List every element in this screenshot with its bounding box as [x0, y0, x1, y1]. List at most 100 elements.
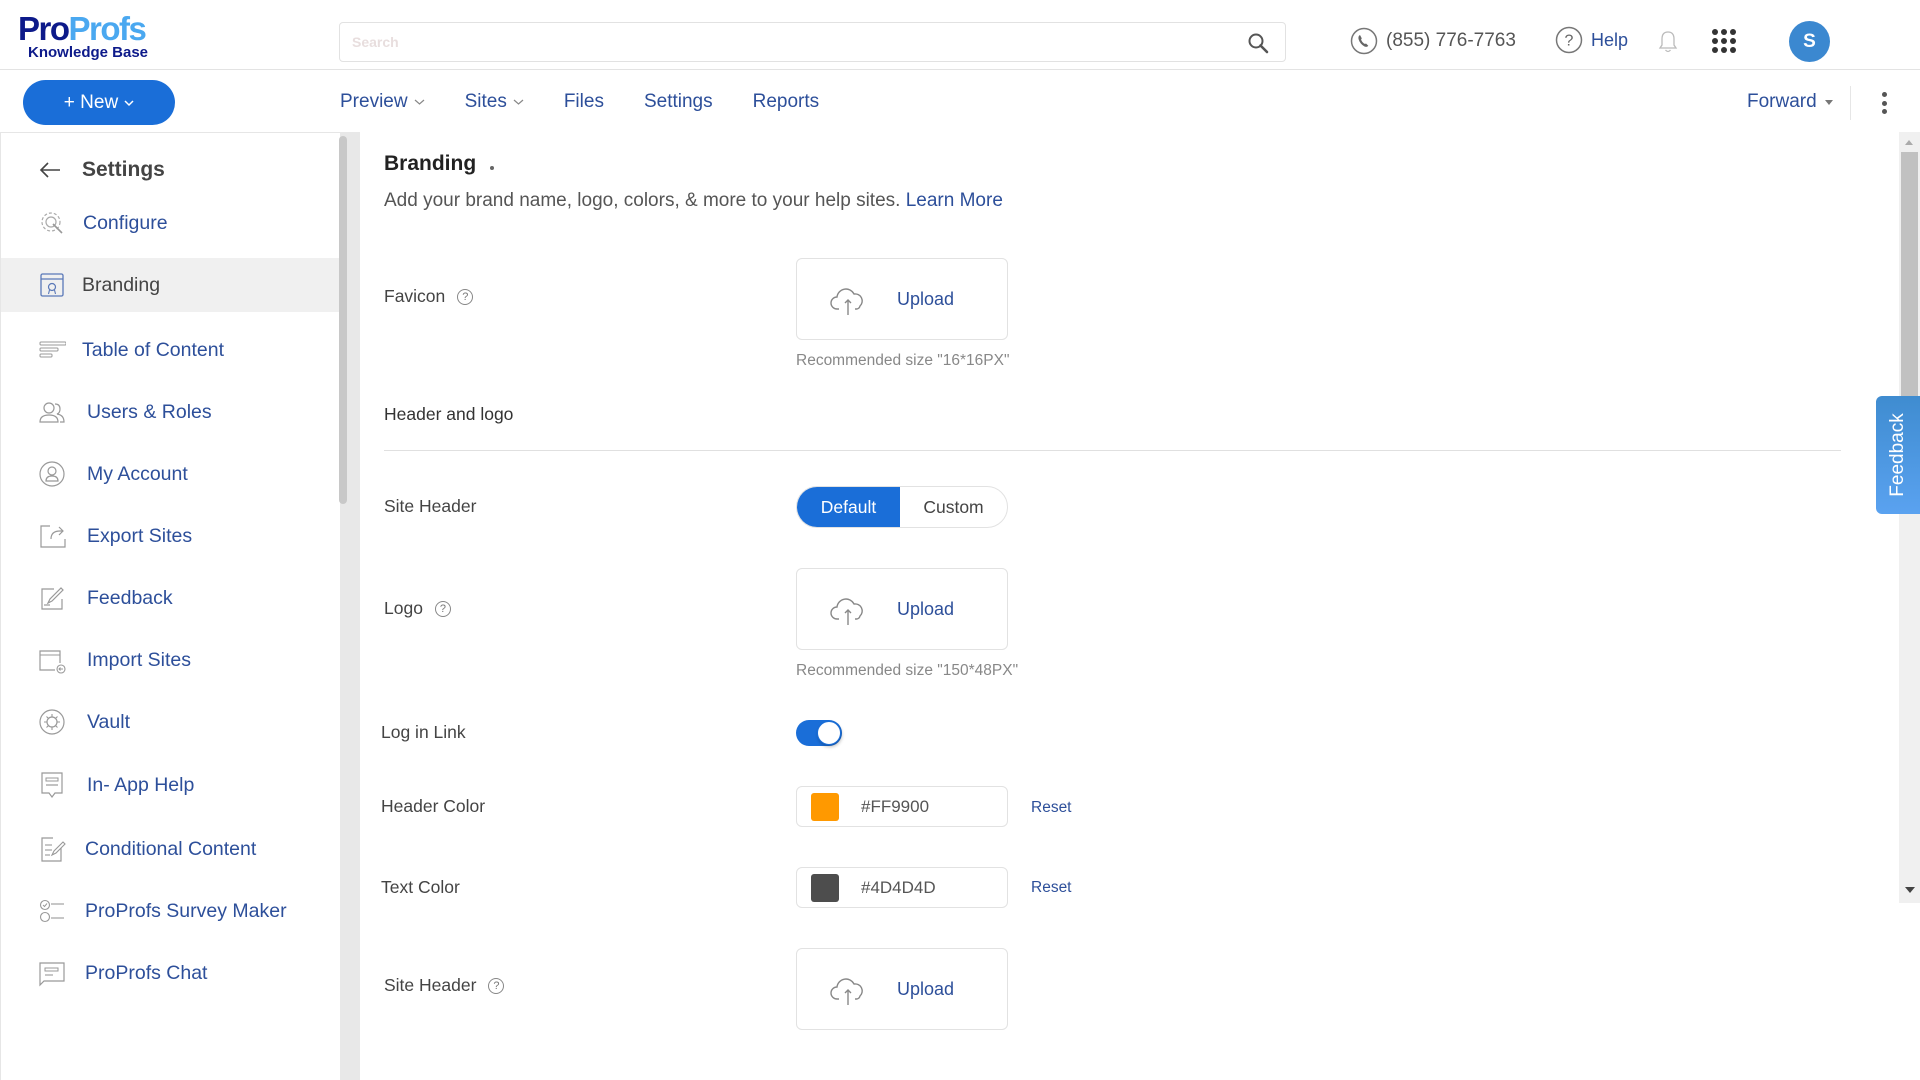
nav-files[interactable]: Files	[564, 91, 604, 113]
learn-more-link[interactable]: Learn More	[906, 190, 1003, 211]
vault-icon	[37, 707, 67, 737]
sidebar-item-conditional-content[interactable]: Conditional Content	[1, 824, 339, 874]
header-color-label: Header Color	[381, 796, 485, 817]
back-arrow-icon[interactable]	[38, 160, 62, 180]
logo-brand: ProProfs	[18, 12, 168, 45]
section-divider	[384, 450, 1841, 451]
feedback-tab-label: Feedback	[1887, 413, 1908, 497]
sidebar-item-my-account[interactable]: My Account	[1, 449, 339, 499]
sidebar-item-label: In- App Help	[87, 773, 195, 796]
page-title: Branding	[384, 152, 477, 175]
sidebar-item-branding[interactable]: Branding	[1, 258, 339, 312]
top-header: ProProfs Knowledge Base (855) 776-7763 ?…	[0, 0, 1920, 70]
sidebar-item-import-sites[interactable]: Import Sites	[1, 635, 339, 685]
sidebar-item-feedback[interactable]: Feedback	[1, 573, 339, 623]
site-header-custom-option[interactable]: Custom	[900, 487, 1007, 527]
site-header-label-text: Site Header	[384, 496, 477, 516]
site-header-label: Site Header	[384, 496, 476, 517]
login-link-toggle[interactable]	[796, 720, 842, 746]
help-link[interactable]: ? Help	[1555, 24, 1628, 56]
sidebar-item-label: Feedback	[87, 586, 173, 609]
sidebar-item-configure[interactable]: Configure	[1, 198, 339, 248]
feedback-tab[interactable]: Feedback	[1876, 396, 1920, 514]
phone-icon	[1350, 27, 1378, 55]
proprofs-logo[interactable]: ProProfs Knowledge Base	[18, 12, 168, 64]
help-tooltip-icon[interactable]: ?	[434, 600, 451, 617]
phone-number[interactable]: (855) 776-7763	[1350, 26, 1516, 56]
header-color-label-text: Header Color	[381, 796, 486, 816]
text-color-label-text: Text Color	[381, 877, 460, 897]
subtitle-text: Add your brand name, logo, colors, & mor…	[384, 190, 901, 211]
help-tooltip-icon[interactable]: ?	[457, 288, 474, 305]
conditional-content-icon	[37, 834, 67, 864]
notification-bell-icon[interactable]	[1657, 30, 1679, 54]
nav-reports[interactable]: Reports	[753, 91, 820, 113]
logo-label-text: Logo	[384, 598, 423, 618]
search-icon[interactable]	[1247, 32, 1269, 54]
toggle-knob	[817, 721, 841, 745]
svg-text:?: ?	[1565, 33, 1574, 50]
header-color-input[interactable]: #FF9900	[796, 786, 1008, 827]
text-color-label: Text Color	[381, 877, 460, 898]
logo-brand-part1: Pro	[18, 10, 70, 47]
site-header-default-option[interactable]: Default	[797, 487, 900, 527]
caret-down-icon	[1824, 99, 1833, 105]
table-of-content-icon	[37, 335, 67, 365]
sidebar-scrollbar[interactable]	[339, 136, 347, 504]
site-header-image-label-text: Site Header	[384, 975, 477, 995]
header-color-swatch[interactable]	[811, 793, 839, 821]
avatar[interactable]: S	[1789, 21, 1830, 62]
sidebar-item-vault[interactable]: Vault	[1, 697, 339, 747]
sidebar-item-export-sites[interactable]: Export Sites	[1, 511, 339, 561]
nav-preview-label: Preview	[340, 91, 408, 112]
sidebar-item-label: Export Sites	[87, 524, 193, 547]
text-color-input[interactable]: #4D4D4D	[796, 867, 1008, 908]
favicon-upload-button[interactable]: Upload	[796, 258, 1008, 340]
in-app-help-icon	[37, 770, 67, 800]
search-input[interactable]	[352, 31, 1232, 53]
scroll-up-arrow-icon[interactable]	[1905, 140, 1913, 145]
sidebar-item-survey-maker[interactable]: ProProfs Survey Maker	[1, 886, 339, 936]
sidebar-title: Settings	[38, 158, 165, 182]
survey-icon	[37, 896, 67, 926]
forward-dropdown[interactable]: Forward	[1747, 88, 1833, 116]
sidebar-item-label: Configure	[83, 211, 168, 234]
chevron-down-icon	[513, 99, 524, 105]
text-color-value: #4D4D4D	[861, 878, 936, 897]
logo-upload-button[interactable]: Upload	[796, 568, 1008, 650]
site-header-upload-button[interactable]: Upload	[796, 948, 1008, 1030]
help-icon: ?	[1555, 26, 1583, 54]
scrollbar-thumb[interactable]	[1901, 152, 1918, 404]
sidebar-item-label: Import Sites	[87, 648, 192, 671]
header-color-reset-link[interactable]: Reset	[1031, 799, 1072, 817]
apps-grid-icon[interactable]	[1712, 29, 1736, 53]
users-icon	[37, 397, 67, 427]
nav-reports-label: Reports	[752, 91, 820, 112]
favicon-size-hint: Recommended size "16*16PX"	[796, 352, 1010, 369]
scroll-down-arrow-icon[interactable]	[1905, 887, 1915, 893]
nav-preview[interactable]: Preview	[340, 91, 425, 113]
sidebar-item-users-roles[interactable]: Users & Roles	[1, 387, 339, 437]
sidebar-item-label: My Account	[87, 462, 188, 485]
nav-divider	[1850, 86, 1851, 120]
search-box	[339, 22, 1286, 62]
sidebar-item-proprofs-chat[interactable]: ProProfs Chat	[1, 948, 339, 998]
new-button-label: + New	[63, 91, 119, 113]
gear-wrench-icon	[37, 208, 67, 238]
text-color-swatch[interactable]	[811, 874, 839, 902]
sidebar-item-table-of-content[interactable]: Table of Content	[1, 325, 339, 375]
sidebar-item-in-app-help[interactable]: In- App Help	[1, 760, 339, 810]
more-options-icon[interactable]	[1880, 92, 1888, 114]
text-color-reset-link[interactable]: Reset	[1031, 879, 1072, 897]
main-scrollbar[interactable]	[1899, 132, 1920, 903]
sidebar-item-label: Vault	[87, 710, 130, 733]
nav-sites[interactable]: Sites	[465, 91, 524, 113]
sidebar-item-label: Conditional Content	[85, 837, 257, 860]
cloud-upload-icon	[830, 978, 863, 1005]
new-button[interactable]: + New	[23, 80, 175, 125]
logo-brand-part2: Profs	[68, 10, 147, 47]
help-tooltip-icon[interactable]: ?	[488, 977, 505, 994]
nav-settings[interactable]: Settings	[644, 91, 713, 113]
help-label: Help	[1591, 29, 1629, 50]
logo-size-hint: Recommended size "150*48PX"	[796, 662, 1019, 679]
